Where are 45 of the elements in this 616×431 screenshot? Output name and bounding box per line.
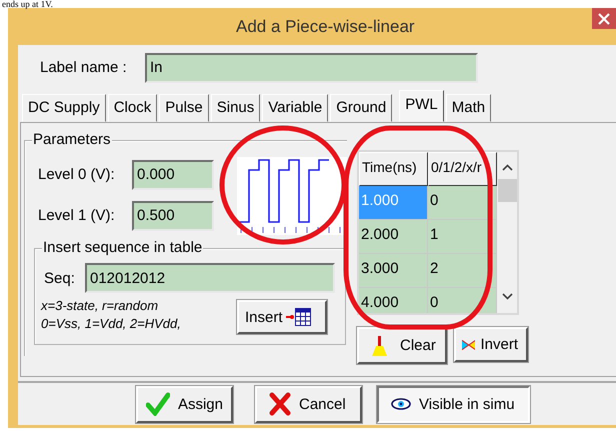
broom-icon <box>371 336 388 356</box>
visible-button[interactable]: Visible in simu <box>377 386 530 422</box>
seq-label: Seq: <box>44 270 76 286</box>
caption-text: ends up at 1V. <box>1 0 53 8</box>
close-button[interactable] <box>592 8 616 29</box>
tab[interactable]: Pulse <box>159 94 209 122</box>
table-cell: 4.000 <box>359 288 428 313</box>
hint-text: 0=Vss, 1=Vdd, 2=HVdd, <box>41 315 182 333</box>
tab[interactable]: Ground <box>330 94 392 122</box>
close-icon <box>598 12 610 24</box>
window-title: Add a Piece-wise-linear <box>236 16 415 36</box>
table-cell: 1 <box>428 220 497 254</box>
level-label: Level 1 (V): <box>38 207 116 224</box>
table-insert-icon <box>286 307 312 327</box>
tab[interactable]: DC Supply <box>22 94 106 122</box>
label-name-field[interactable]: In <box>145 52 478 82</box>
level-label: Level 0 (V): <box>38 166 116 183</box>
invert-button[interactable]: Invert <box>454 327 528 362</box>
cross-icon <box>269 392 291 416</box>
group-title: Insert sequence in table <box>42 239 204 257</box>
tab[interactable]: Clock <box>108 94 158 122</box>
tab[interactable]: PWL <box>399 90 444 122</box>
insert-button[interactable]: Insert <box>237 300 327 334</box>
clear-button[interactable]: Clear <box>357 327 447 364</box>
table-cell: 1.000 <box>359 186 428 220</box>
cancel-button[interactable]: Cancel <box>255 386 362 422</box>
table-cell: 2 <box>428 254 497 288</box>
eye-icon <box>391 397 411 411</box>
column-header[interactable]: Time(ns) <box>359 152 428 186</box>
table-cell: 0 <box>428 288 497 313</box>
tab[interactable]: Variable <box>262 94 328 122</box>
column-header[interactable]: 0/1/2/x/r <box>428 152 497 186</box>
assign-button[interactable]: Assign <box>136 386 233 422</box>
level-field[interactable]: 0.000 <box>132 160 214 190</box>
hint-text: x=3-state, r=random <box>41 297 160 315</box>
label-name-label: Label name : <box>40 59 128 76</box>
tab[interactable]: Math <box>446 94 492 122</box>
table-cell: 2.000 <box>359 220 428 254</box>
scroll-thumb[interactable] <box>498 179 517 202</box>
table-cell: 3.000 <box>359 254 428 288</box>
table-cell: 0 <box>428 186 497 220</box>
sequence-field[interactable]: 012012012 <box>85 263 335 293</box>
checkmark-icon <box>146 392 170 416</box>
tab[interactable]: Sinus <box>210 94 260 122</box>
level-field[interactable]: 0.500 <box>132 200 214 230</box>
